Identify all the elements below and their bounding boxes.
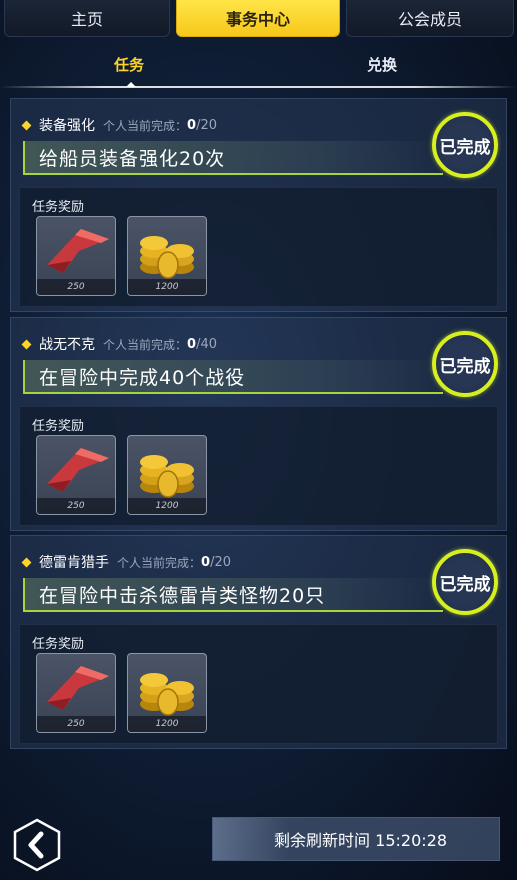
reward-count: 250 xyxy=(37,279,115,295)
gold-coins-icon xyxy=(140,455,194,498)
sub-tab-bar: 任务 兑换 xyxy=(0,40,517,90)
completed-badge[interactable]: 已完成 xyxy=(432,549,498,615)
tab-guild-members[interactable]: 公会成员 xyxy=(346,0,514,37)
reward-label: 任务奖励 xyxy=(32,200,85,215)
reward-count: 1200 xyxy=(128,716,206,732)
task-header: 战无不克 个人当前完成： 0 /40 xyxy=(21,334,217,354)
completed-badge[interactable]: 已完成 xyxy=(432,331,498,397)
diamond-bullet-icon xyxy=(21,557,32,567)
reward-count: 1200 xyxy=(128,498,206,514)
task-card: 装备强化 个人当前完成： 0 /20 给船员装备强化20次 已完成 任务奖励 2… xyxy=(10,98,507,312)
task-header: 装备强化 个人当前完成： 0 /20 xyxy=(21,115,217,135)
task-description-text: 给船员装备强化20次 xyxy=(39,147,226,170)
refresh-timer: 剩余刷新时间 15:20:28 xyxy=(212,817,500,861)
task-name: 装备强化 xyxy=(39,118,95,134)
reward-count: 250 xyxy=(37,498,115,514)
progress-label: 个人当前完成： xyxy=(103,118,188,133)
progress-total: /20 xyxy=(196,117,217,133)
reward-count: 1200 xyxy=(128,279,206,295)
reward-label: 任务奖励 xyxy=(32,637,85,652)
completed-badge[interactable]: 已完成 xyxy=(432,112,498,178)
red-crystal-icon xyxy=(47,448,109,492)
reward-item[interactable]: 1200 xyxy=(127,653,207,733)
sub-tab-divider xyxy=(0,86,517,88)
task-description: 给船员装备强化20次 xyxy=(23,141,443,175)
progress-current: 0 xyxy=(201,554,211,570)
top-tab-bar: 主页 事务中心 公会成员 xyxy=(0,0,517,38)
progress-label: 个人当前完成： xyxy=(117,555,202,570)
reward-item[interactable]: 1200 xyxy=(127,216,207,296)
progress-current: 0 xyxy=(187,117,197,133)
reward-item[interactable]: 250 xyxy=(36,216,116,296)
progress-label: 个人当前完成： xyxy=(103,337,188,352)
reward-label: 任务奖励 xyxy=(32,419,85,434)
active-tab-caret xyxy=(126,82,136,87)
reward-item[interactable]: 250 xyxy=(36,653,116,733)
tab-tasks[interactable]: 任务 xyxy=(114,54,144,75)
reward-panel: 任务奖励 250 1200 xyxy=(19,406,498,526)
reward-item[interactable]: 250 xyxy=(36,435,116,515)
tab-exchange[interactable]: 兑换 xyxy=(367,54,397,75)
chevron-left-icon xyxy=(13,818,61,872)
progress-current: 0 xyxy=(187,336,197,352)
reward-panel: 任务奖励 250 1200 xyxy=(19,187,498,307)
red-crystal-icon xyxy=(47,666,109,710)
gold-coins-icon xyxy=(140,236,194,279)
task-card: 德雷肯猎手 个人当前完成： 0 /20 在冒险中击杀德雷肯类怪物20只 已完成 … xyxy=(10,535,507,749)
task-description-text: 在冒险中完成40个战役 xyxy=(39,366,246,389)
task-description-text: 在冒险中击杀德雷肯类怪物20只 xyxy=(39,584,326,607)
tab-affairs-center[interactable]: 事务中心 xyxy=(176,0,340,37)
reward-item[interactable]: 1200 xyxy=(127,435,207,515)
refresh-timer-text: 剩余刷新时间 15:20:28 xyxy=(274,831,447,850)
progress-total: /40 xyxy=(196,336,217,352)
task-name: 战无不克 xyxy=(39,337,95,353)
tab-home[interactable]: 主页 xyxy=(4,0,170,37)
task-description: 在冒险中完成40个战役 xyxy=(23,360,443,394)
reward-panel: 任务奖励 250 1200 xyxy=(19,624,498,744)
gold-coins-icon xyxy=(140,673,194,716)
red-crystal-icon xyxy=(47,229,109,273)
diamond-bullet-icon xyxy=(21,339,32,349)
task-card: 战无不克 个人当前完成： 0 /40 在冒险中完成40个战役 已完成 任务奖励 … xyxy=(10,317,507,531)
progress-total: /20 xyxy=(210,554,231,570)
diamond-bullet-icon xyxy=(21,120,32,130)
task-description: 在冒险中击杀德雷肯类怪物20只 xyxy=(23,578,443,612)
reward-count: 250 xyxy=(37,716,115,732)
back-button[interactable] xyxy=(13,818,61,872)
task-header: 德雷肯猎手 个人当前完成： 0 /20 xyxy=(21,552,231,572)
task-name: 德雷肯猎手 xyxy=(39,555,109,571)
